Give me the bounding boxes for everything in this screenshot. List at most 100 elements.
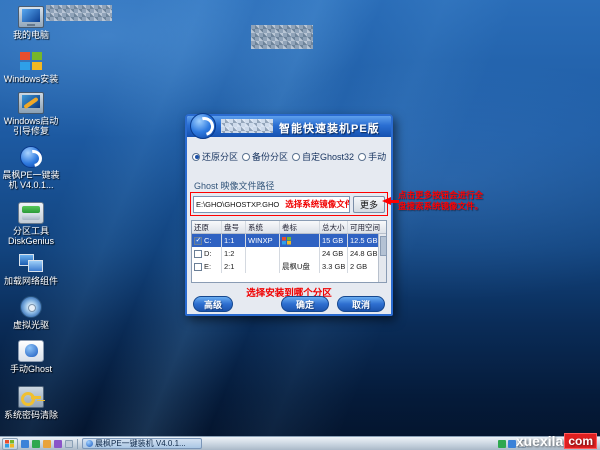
- desktop-icon-label: 虚拟光驱: [2, 320, 60, 330]
- desktop-icon-network-components[interactable]: 加载网络组件: [2, 252, 60, 286]
- partition-row[interactable]: C:1:1WINXP15 GB12.5 GB: [192, 234, 386, 247]
- desktop-icon-my-computer[interactable]: 我的电脑: [2, 6, 60, 40]
- label-cell: 晨枫U盘: [280, 260, 320, 273]
- total-cell: 15 GB: [320, 234, 348, 247]
- total-cell: 3.3 GB: [320, 260, 348, 273]
- dialog-titlebar[interactable]: 智能快速装机PE版: [187, 116, 391, 137]
- restore-cell: D:: [192, 247, 222, 260]
- image-path-value: E:\GHO\GHOSTXP.GHO: [194, 200, 279, 209]
- network-components-icon: [18, 252, 44, 274]
- tray-icon-2[interactable]: [508, 440, 516, 448]
- mode-radio-custom-ghost32[interactable]: 自定Ghost32: [292, 150, 354, 163]
- censored-brand: [221, 119, 273, 133]
- desktop-icon-boot-repair[interactable]: Windows启动引导修复: [2, 92, 60, 136]
- desktop-icon-label: 手动Ghost: [2, 364, 60, 374]
- disk-cell: 2:1: [222, 260, 246, 273]
- start-button[interactable]: [2, 438, 18, 450]
- desktop-icon-label: 晨枫PE一键装机 V4.0.1...: [2, 170, 60, 190]
- desktop-icon-label: 系统密码清除: [2, 410, 60, 420]
- desktop-icon-label: Windows启动引导修复: [2, 116, 60, 136]
- table-body: C:1:1WINXP15 GB12.5 GBD:1:224 GB24.8 GBE…: [192, 234, 386, 273]
- radio-label: 还原分区: [202, 150, 238, 163]
- column-header[interactable]: 卷标: [280, 221, 320, 233]
- ok-button[interactable]: 确定: [281, 296, 329, 312]
- pe-installer-icon: [20, 146, 42, 168]
- restore-checkbox[interactable]: [194, 250, 202, 258]
- image-path-combo[interactable]: E:\GHO\GHOSTXP.GHO 选择系统镜像文件 ▼: [193, 196, 350, 213]
- watermark: xuexila com: [516, 433, 597, 449]
- desktop-icon-password-clear[interactable]: 系统密码清除: [2, 386, 60, 420]
- quicklaunch-icon-4[interactable]: [54, 440, 62, 448]
- restore-checkbox[interactable]: [194, 237, 202, 245]
- watermark-suffix: com: [564, 433, 597, 449]
- censored-region-top-center: [251, 25, 313, 49]
- radio-label: 备份分区: [252, 150, 288, 163]
- more-annotation: 点击更多按钮会进行全盘搜索系统镜像文件。: [398, 190, 488, 212]
- disk-cell: 1:2: [222, 247, 246, 260]
- manual-ghost-icon: [18, 340, 44, 362]
- ghost-path-label: Ghost 映像文件路径: [194, 179, 275, 192]
- column-header[interactable]: 可用空间: [348, 221, 386, 233]
- dialog-body: 还原分区 备份分区自定Ghost32 手动 Ghost 映像文件路径 E:\GHO\…: [187, 137, 391, 314]
- windows-icon: [282, 237, 291, 245]
- column-header[interactable]: 总大小: [320, 221, 348, 233]
- mode-radio-manual[interactable]: 手动: [358, 150, 386, 163]
- more-button[interactable]: 更多: [353, 196, 385, 213]
- restore-checkbox[interactable]: [194, 263, 202, 271]
- restore-cell: C:: [192, 234, 222, 247]
- desktop: 我的电脑Windows安装Windows启动引导修复晨枫PE一键装机 V4.0.…: [0, 0, 600, 450]
- desktop-icon-windows-install[interactable]: Windows安装: [2, 50, 60, 84]
- mode-radio-backup-partition[interactable]: 备份分区: [242, 150, 288, 163]
- installer-dialog: 智能快速装机PE版 还原分区 备份分区自定Ghost32 手动 Ghost 映像文件…: [185, 114, 393, 316]
- system-cell: WINXP: [246, 234, 280, 247]
- taskbar: 晨枫PE一键装机 V4.0.1...: [0, 436, 600, 450]
- column-header[interactable]: 盘号: [222, 221, 246, 233]
- desktop-icon-manual-ghost[interactable]: 手动Ghost: [2, 340, 60, 374]
- dialog-title: 智能快速装机PE版: [279, 120, 380, 136]
- radio-icon[interactable]: [192, 153, 200, 161]
- partition-table: 还原盘号系统卷标总大小可用空间 C:1:1WINXP15 GB12.5 GBD:…: [191, 220, 387, 283]
- partition-row[interactable]: D:1:224 GB24.8 GB: [192, 247, 386, 260]
- desktop-icon-label: 分区工具DiskGenius: [2, 226, 60, 246]
- disk-cell: 1:1: [222, 234, 246, 247]
- desktop-icon-label: 我的电脑: [2, 30, 60, 40]
- image-path-hint: 选择系统镜像文件: [285, 198, 350, 210]
- windows-flag-icon: [5, 440, 14, 448]
- desktop-icon-virtual-drive[interactable]: 虚拟光驱: [2, 296, 60, 330]
- radio-icon[interactable]: [292, 153, 300, 161]
- taskbar-task-button[interactable]: 晨枫PE一键装机 V4.0.1...: [82, 438, 202, 449]
- desktop-icon-label: 加载网络组件: [2, 276, 60, 286]
- red-highlight-box: E:\GHO\GHOSTXP.GHO 选择系统镜像文件 ▼ 更多: [190, 192, 388, 216]
- radio-icon[interactable]: [358, 153, 366, 161]
- column-header[interactable]: 还原: [192, 221, 222, 233]
- quicklaunch-icon-3[interactable]: [43, 440, 51, 448]
- column-header[interactable]: 系统: [246, 221, 280, 233]
- watermark-text: xuexila: [516, 433, 563, 449]
- radio-label: 手动: [368, 150, 386, 163]
- my-computer-icon: [18, 6, 44, 28]
- cancel-button[interactable]: 取消: [337, 296, 385, 312]
- table-scrollbar[interactable]: [378, 234, 386, 282]
- task-window-icon: [86, 440, 93, 447]
- password-clear-icon: [18, 386, 44, 408]
- red-arrow-icon: [382, 197, 399, 206]
- desktop-icon-label: Windows安装: [2, 74, 60, 84]
- advanced-button[interactable]: 高级: [193, 296, 233, 312]
- quicklaunch-icon-5[interactable]: [65, 440, 73, 448]
- mode-radios: 还原分区 备份分区自定Ghost32 手动: [192, 150, 389, 163]
- app-logo-icon: [190, 113, 216, 139]
- quicklaunch-icon-1[interactable]: [21, 440, 29, 448]
- table-header: 还原盘号系统卷标总大小可用空间: [192, 221, 386, 234]
- taskbar-separator: [77, 439, 78, 449]
- desktop-icon-diskgenius[interactable]: 分区工具DiskGenius: [2, 202, 60, 246]
- radio-icon[interactable]: [242, 153, 250, 161]
- task-label: 晨枫PE一键装机 V4.0.1...: [95, 438, 186, 449]
- partition-row[interactable]: E:2:1晨枫U盘3.3 GB2 GB: [192, 260, 386, 273]
- label-cell: [280, 234, 320, 247]
- quicklaunch-icon-2[interactable]: [32, 440, 40, 448]
- desktop-icon-pe-installer[interactable]: 晨枫PE一键装机 V4.0.1...: [2, 146, 60, 190]
- tray-icon-1[interactable]: [498, 440, 506, 448]
- mode-radio-restore-partition[interactable]: 还原分区: [192, 150, 238, 163]
- system-cell: [246, 260, 280, 273]
- label-cell: [280, 247, 320, 260]
